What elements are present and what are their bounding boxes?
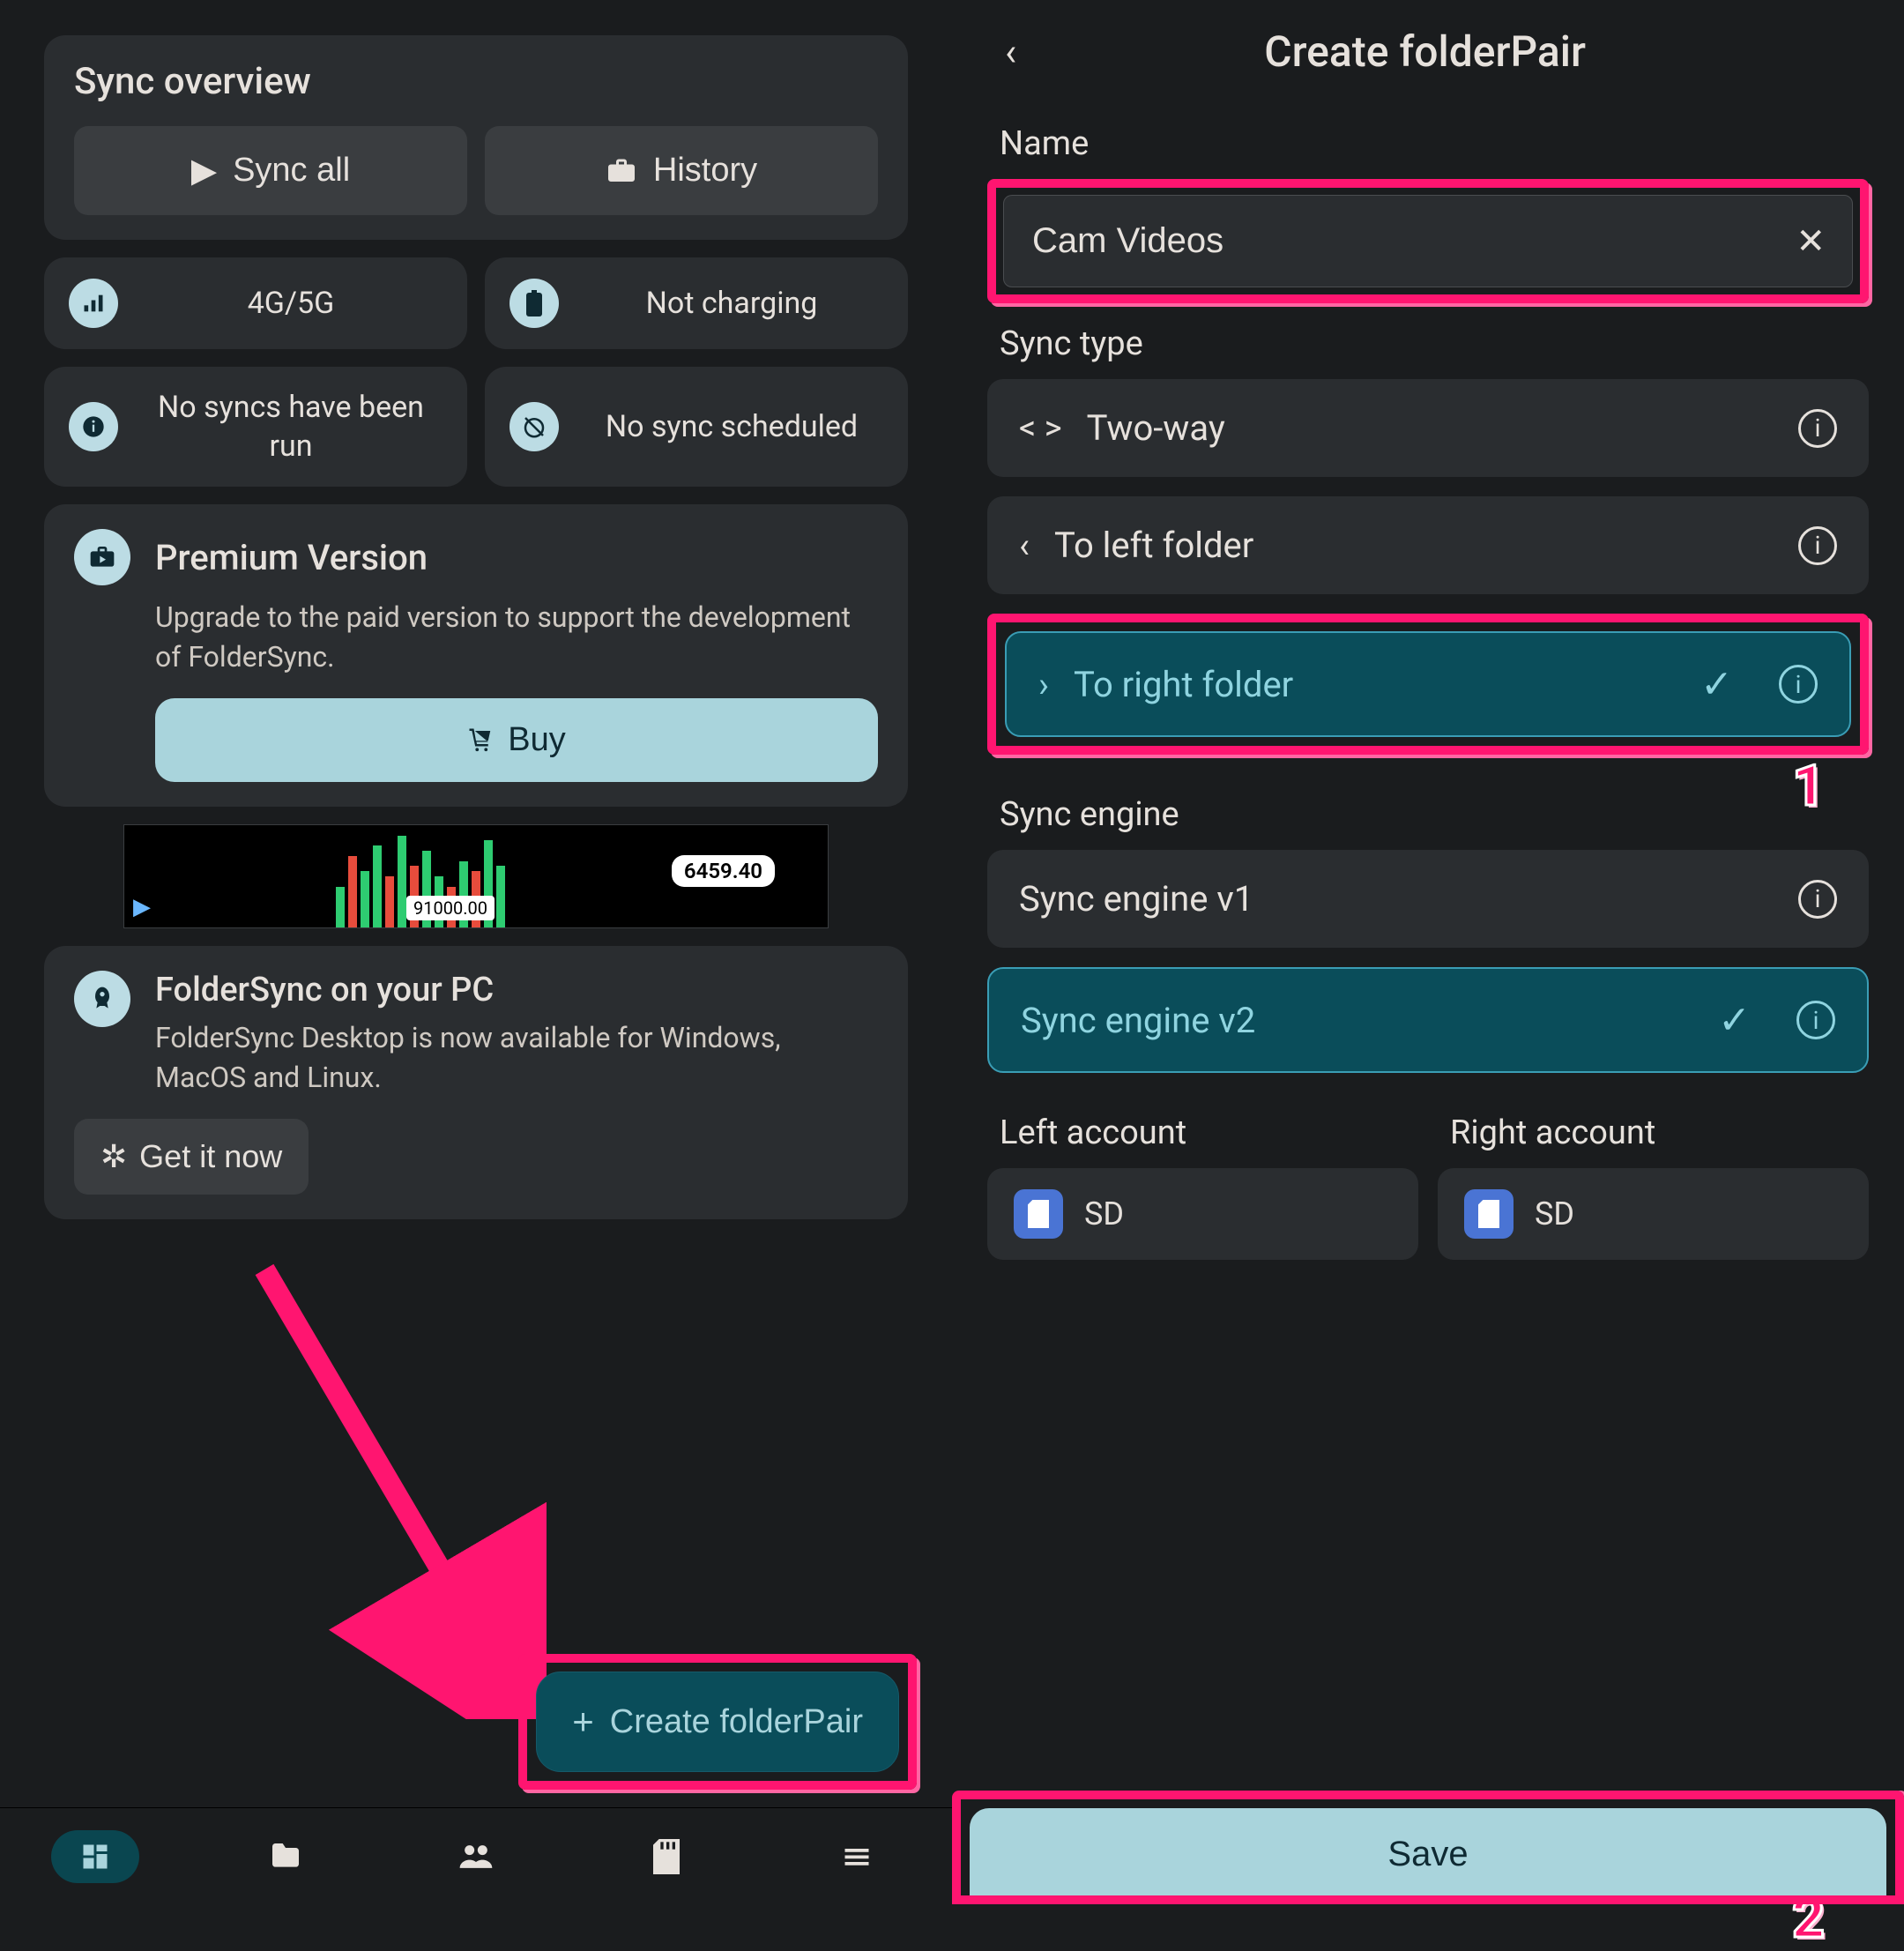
annotation-highlight-save: Save (952, 1791, 1904, 1904)
annotation-highlight-name: ✕ (987, 179, 1869, 303)
ad-price-high: 6459.40 (672, 855, 775, 887)
alarm-off-icon (509, 402, 559, 451)
rocket-icon (74, 971, 130, 1027)
gear-icon: ✲ (100, 1138, 127, 1175)
sync-type-to-right[interactable]: › To right folder ✓ i (1005, 631, 1851, 737)
network-status: 4G/5G (44, 257, 467, 349)
engine-v2-label: Sync engine v2 (1021, 1000, 1255, 1041)
to-right-label: To right folder (1074, 664, 1293, 705)
sd-card-icon (1464, 1189, 1514, 1239)
premium-card: Premium Version Upgrade to the paid vers… (44, 504, 908, 807)
schedule-status: No sync scheduled (485, 367, 908, 487)
syncs-status: No syncs have been run (44, 367, 467, 487)
store-icon (74, 529, 130, 585)
pc-body: FolderSync Desktop is now available for … (155, 1018, 878, 1098)
nav-accounts[interactable] (432, 1830, 520, 1883)
chevron-left-icon: ‹ (1019, 525, 1030, 566)
sync-engine-label: Sync engine (1000, 795, 1869, 834)
right-account-select[interactable]: SD (1438, 1168, 1869, 1260)
plus-icon: + (572, 1701, 594, 1743)
clear-icon[interactable]: ✕ (1796, 220, 1826, 262)
sync-overview-card: Sync overview ▶ Sync all History (44, 35, 908, 240)
right-header: ‹ Create folderPair (987, 18, 1869, 103)
nav-folders[interactable] (242, 1830, 330, 1883)
get-it-label: Get it now (139, 1138, 282, 1175)
battery-label: Not charging (580, 284, 883, 323)
premium-body: Upgrade to the paid version to support t… (155, 598, 878, 677)
to-left-label: To left folder (1054, 525, 1253, 566)
info-icon[interactable]: i (1798, 526, 1837, 565)
left-account-label: Left account (1000, 1113, 1418, 1152)
pc-card: FolderSync on your PC FolderSync Desktop… (44, 946, 908, 1219)
sync-type-two-way[interactable]: < > Two-way i (987, 379, 1869, 477)
annotation-highlight-to-right: › To right folder ✓ i (987, 614, 1869, 755)
history-label: History (653, 152, 757, 190)
nav-dashboard[interactable] (51, 1830, 139, 1883)
schedule-label: No sync scheduled (580, 407, 883, 446)
ad-play-icon: ▶ (133, 894, 151, 920)
sync-all-button[interactable]: ▶ Sync all (74, 126, 467, 215)
play-icon: ▶ (191, 151, 217, 190)
battery-icon (509, 279, 559, 328)
chevron-right-icon: › (1038, 664, 1049, 705)
network-label: 4G/5G (139, 284, 443, 323)
ad-banner[interactable]: 6459.40 91000.00 ▶ (123, 824, 829, 928)
ad-price-low: 91000.00 (406, 896, 495, 920)
bottom-nav (0, 1807, 952, 1904)
sd-card-icon (1014, 1189, 1063, 1239)
sync-engine-v2[interactable]: Sync engine v2 ✓ i (987, 967, 1869, 1073)
create-folderpair-button[interactable]: + Create folderPair (536, 1672, 899, 1772)
create-label: Create folderPair (610, 1703, 863, 1741)
history-icon (606, 155, 637, 187)
sync-type-label: Sync type (1000, 324, 1869, 363)
save-button[interactable]: Save (970, 1808, 1886, 1895)
syncs-label: No syncs have been run (139, 388, 443, 465)
history-button[interactable]: History (485, 126, 878, 215)
sync-type-to-left[interactable]: ‹ To left folder i (987, 496, 1869, 594)
two-way-label: Two-way (1087, 407, 1225, 449)
save-label: Save (1387, 1835, 1468, 1873)
buy-label: Buy (508, 721, 565, 759)
info-icon[interactable]: i (1779, 665, 1818, 704)
signal-icon (69, 279, 118, 328)
annotation-arrow (247, 1252, 547, 1719)
pc-title: FolderSync on your PC (155, 971, 878, 1009)
engine-v1-label: Sync engine v1 (1019, 878, 1253, 920)
name-field[interactable]: ✕ (1003, 195, 1853, 287)
two-way-icon: < > (1019, 409, 1062, 448)
battery-status: Not charging (485, 257, 908, 349)
info-icon[interactable]: i (1798, 409, 1837, 448)
left-account-value: SD (1084, 1195, 1124, 1232)
buy-button[interactable]: Buy (155, 698, 878, 782)
chart-candles-icon (336, 825, 669, 927)
check-icon: ✓ (1718, 997, 1751, 1043)
nav-menu[interactable] (813, 1830, 901, 1883)
back-button[interactable]: ‹ (987, 29, 1034, 75)
sync-engine-v1[interactable]: Sync engine v1 i (987, 850, 1869, 948)
right-account-label: Right account (1450, 1113, 1869, 1152)
name-input[interactable] (1030, 220, 1796, 262)
check-icon: ✓ (1700, 661, 1733, 707)
annotation-highlight-create: + Create folderPair (518, 1654, 917, 1790)
page-title: Create folderPair (1034, 26, 1816, 77)
info-icon[interactable]: i (1796, 1001, 1835, 1039)
sync-all-label: Sync all (233, 152, 350, 190)
info-icon (69, 402, 118, 451)
info-icon[interactable]: i (1798, 880, 1837, 919)
right-account-value: SD (1535, 1195, 1574, 1232)
left-account-select[interactable]: SD (987, 1168, 1418, 1260)
premium-title: Premium Version (155, 537, 428, 578)
name-section-label: Name (1000, 124, 1869, 163)
nav-storage[interactable] (622, 1830, 710, 1883)
sync-overview-title: Sync overview (74, 60, 878, 103)
get-it-now-button[interactable]: ✲ Get it now (74, 1119, 309, 1195)
cart-icon (467, 726, 494, 753)
